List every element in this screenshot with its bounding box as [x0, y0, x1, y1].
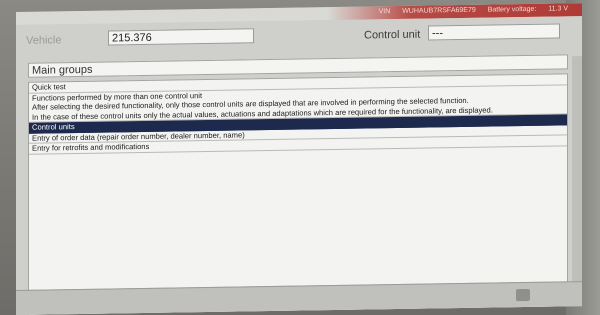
header-row: Vehicle 215.376 Control unit ---: [16, 20, 582, 51]
vehicle-info-strip: VIN WUHAUB7RSFA69E79 Battery voltage: 11…: [369, 5, 568, 15]
diagnostic-screen: VIN WUHAUB7RSFA69E79 Battery voltage: 11…: [16, 3, 582, 315]
control-unit-label: Control unit: [364, 28, 421, 42]
vin-label: VIN: [378, 8, 391, 16]
vehicle-label: Vehicle: [26, 34, 62, 47]
battery-label: Battery voltage:: [487, 5, 537, 14]
vin-value: WUHAUB7RSFA69E79: [402, 6, 476, 15]
vehicle-field[interactable]: 215.376: [108, 28, 254, 46]
toolbar-tool-icon[interactable]: [516, 288, 530, 302]
control-unit-field[interactable]: ---: [428, 23, 560, 41]
main-panel: Vehicle 215.376 Control unit --- Main gr…: [16, 16, 582, 315]
right-scroll-strip[interactable]: [572, 56, 582, 307]
battery-value: 11.3 V: [548, 5, 568, 13]
main-groups-list: Quick test Functions performed by more t…: [28, 73, 568, 315]
